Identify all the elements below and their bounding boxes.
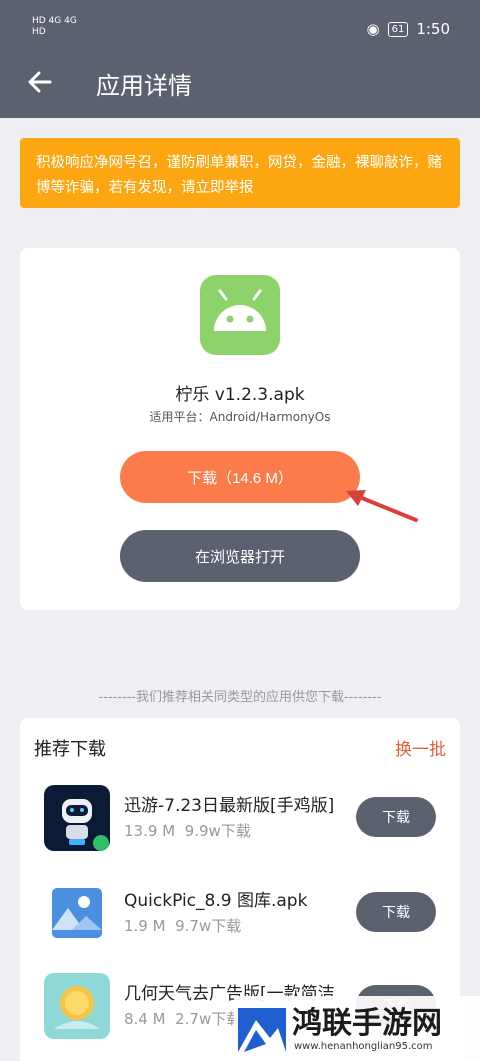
list-item-download-button[interactable]: 下载 <box>356 892 436 932</box>
eye-icon: ◉ <box>366 20 380 38</box>
gallery-app-icon <box>44 880 110 946</box>
battery-icon: 61 <box>387 21 409 37</box>
watermark: 鸿联手游网 www.henanhonglian95.com <box>234 996 480 1061</box>
list-item-size: 1.9 M <box>124 917 166 935</box>
annotation-arrow-icon <box>346 490 418 522</box>
warning-banner: 积极响应净网号召，谨防刷单兼职，网贷，金融，裸聊敲诈，赌博等诈骗，若有发现，请立… <box>20 138 460 208</box>
list-item-downloads: 2.7w下载 <box>175 1010 242 1028</box>
back-arrow-icon[interactable] <box>22 64 58 100</box>
status-bar: HD 4G 4G HD ◉ 61 1:50 <box>0 0 480 58</box>
list-item-downloads: 9.9w下载 <box>184 822 251 840</box>
recommend-divider: --------我们推荐相关同类型的应用供您下载-------- <box>98 690 382 705</box>
list-item-meta: 13.9 M 9.9w下载 <box>124 820 251 841</box>
watermark-text: 鸿联手游网 <box>292 1006 442 1041</box>
watermark-url: www.henanhonglian95.com <box>294 1041 433 1052</box>
download-button[interactable]: 下载（14.6 M） <box>120 451 360 503</box>
list-item-downloads: 9.7w下载 <box>175 917 242 935</box>
network-status-line1: HD 4G 4G <box>32 16 77 26</box>
app-bar: 应用详情 <box>0 58 480 118</box>
recommend-title: 推荐下载 <box>34 739 106 760</box>
list-item-download-button[interactable]: 下载 <box>356 797 436 837</box>
list-item-meta: 1.9 M 9.7w下载 <box>124 915 241 936</box>
signal-indicators: HD 4G 4G HD <box>32 16 77 38</box>
list-item-meta: 8.4 M 2.7w下载 <box>124 1008 241 1029</box>
list-item-size: 13.9 M <box>124 822 176 840</box>
clock: 1:50 <box>416 20 450 38</box>
app-detail-card: 柠乐 v1.2.3.apk 适用平台：Android/HarmonyOs 下载（… <box>20 248 460 610</box>
list-item-name: 迅游-7.23日最新版[手鸡版] <box>124 796 335 816</box>
platform-text: 适用平台：Android/HarmonyOs <box>149 410 331 424</box>
page-title: 应用详情 <box>96 72 192 100</box>
network-status-line2: HD <box>32 27 46 37</box>
robot-app-icon <box>44 785 110 851</box>
refresh-batch-link[interactable]: 换一批 <box>395 735 446 760</box>
android-app-icon <box>200 275 280 355</box>
app-name: 柠乐 v1.2.3.apk <box>175 385 305 405</box>
weather-app-icon <box>44 973 110 1039</box>
list-item[interactable]: 迅游-7.23日最新版[手鸡版] 13.9 M 9.9w下载 下载 <box>20 785 460 865</box>
list-item-size: 8.4 M <box>124 1010 166 1028</box>
list-item[interactable]: QuickPic_8.9 图库.apk 1.9 M 9.7w下载 下载 <box>20 880 460 960</box>
watermark-logo-icon <box>238 1008 286 1052</box>
list-item-name: QuickPic_8.9 图库.apk <box>124 891 308 911</box>
open-in-browser-button[interactable]: 在浏览器打开 <box>120 530 360 582</box>
